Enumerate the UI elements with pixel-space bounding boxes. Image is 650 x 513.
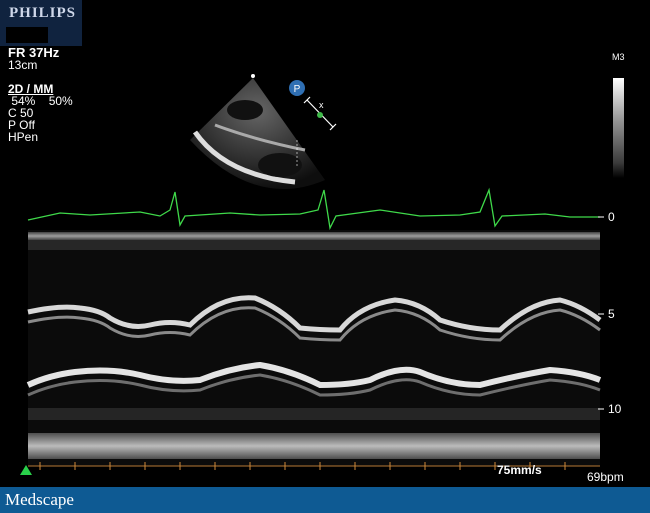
- footer-site-name[interactable]: Medscape: [5, 490, 74, 510]
- chamber-rv: [227, 100, 263, 120]
- brand-text: PHILIPS: [9, 5, 77, 21]
- probe-marker-label: P: [294, 84, 301, 95]
- grayscale-bar: [613, 78, 624, 178]
- caliper-x-icon: x: [319, 100, 324, 110]
- posterior-tissue-band: [28, 408, 600, 420]
- sweep-background: [28, 230, 600, 466]
- depth-label-0: 0: [608, 210, 615, 224]
- depth-setting: 13cm: [8, 58, 38, 72]
- footer-bar: Medscape: [0, 487, 650, 513]
- apex-dot: [251, 74, 255, 78]
- ecg-trace: [27, 187, 600, 231]
- mmode-display: [26, 187, 604, 470]
- chamber-lv: [258, 153, 302, 177]
- depth-label-10: 10: [608, 402, 622, 416]
- chest-wall-band: [28, 240, 600, 250]
- philips-logo: PHILIPS: [0, 0, 82, 46]
- depth-label-5: 5: [608, 307, 615, 321]
- pericardium-top-band: [28, 232, 600, 240]
- imaging-parameters: FR 37Hz 13cm 2D / MM 54% 50% C 50 P Off …: [8, 46, 73, 144]
- logo-block: [6, 27, 48, 43]
- harmonics-value: HPen: [8, 130, 39, 144]
- sweep-start-marker-icon: [20, 465, 32, 475]
- sweep-speed: 75mm/s: [497, 463, 542, 477]
- caliper-focus-dot[interactable]: [317, 112, 323, 118]
- heart-rate: 69bpm: [587, 470, 624, 484]
- posterior-pericardium-band: [28, 433, 600, 459]
- grayscale-map-label: M3: [612, 52, 625, 62]
